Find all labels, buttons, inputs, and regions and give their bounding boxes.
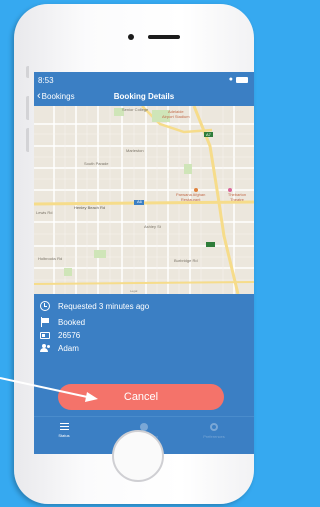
status-bar: 8:53 ●	[34, 72, 254, 88]
navigation-bar: ‹ Bookings Booking Details	[34, 88, 254, 106]
home-button[interactable]	[112, 430, 164, 482]
requested-time: Requested 3 minutes ago	[58, 301, 150, 311]
status-time: 8:53	[38, 76, 54, 85]
booking-status: Booked	[58, 317, 86, 327]
people-icon	[40, 343, 50, 353]
cancel-button[interactable]: Cancel	[58, 384, 224, 410]
page-title: Booking Details	[113, 92, 175, 101]
person-head	[47, 345, 50, 348]
map-label-lewis-rd: Lewis Rd	[36, 210, 53, 215]
map-label-theatre: Thebarton Theatre	[227, 192, 247, 202]
booking-number-row: 26576	[40, 329, 80, 341]
passenger-row: Adam	[40, 342, 79, 354]
map-label-adelaide-airport: Adelaide Airport Stadium	[162, 109, 190, 119]
map-label-line: Restaurant	[180, 197, 201, 202]
map-label-ashley-st: Ashley St	[144, 224, 161, 229]
booking-number: 26576	[58, 330, 81, 340]
tab-label: Preferences	[203, 434, 225, 439]
front-camera	[128, 34, 134, 40]
map-legal-link[interactable]: Legal	[130, 289, 137, 293]
person-body	[40, 348, 48, 352]
map-label-marleston: Marleston	[126, 148, 144, 153]
mute-switch	[26, 66, 29, 78]
wifi-icon: ●	[228, 76, 233, 83]
map-label-burbridge-rd: Burbridge Rd	[174, 258, 198, 263]
status-row: Booked	[40, 316, 85, 328]
tab-preferences[interactable]: Preferences	[184, 423, 244, 439]
map-label-restaurant: Parwana Afghan Restaurant	[176, 192, 205, 202]
list-icon	[59, 423, 69, 430]
map-label-holbrooks-rd: Holbrooks Rd	[38, 256, 63, 261]
clock-icon	[40, 301, 50, 311]
tab-label: Status	[58, 433, 70, 438]
requested-row: Requested 3 minutes ago	[40, 300, 149, 312]
card-shape	[40, 332, 50, 339]
passenger-name: Adam	[58, 343, 79, 353]
map-label-highway-route: A7	[206, 132, 211, 137]
map-label-south-parade: South Parade	[84, 161, 109, 166]
tab-status[interactable]: Status	[34, 423, 94, 438]
app-screen: 8:53 ● ‹ Bookings Booking Details Senior…	[34, 72, 254, 454]
map-label-line: Airport Stadium	[162, 114, 190, 119]
id-card-icon	[40, 330, 50, 340]
volume-up-button	[26, 96, 29, 120]
map-view[interactable]: Senior College Adelaide Airport Stadium M…	[34, 106, 254, 294]
volume-down-button	[26, 128, 29, 152]
map-label-henley-beach-rd: Henley Beach Rd	[74, 205, 106, 210]
battery-icon	[236, 76, 248, 83]
map-roads	[34, 106, 254, 294]
earpiece-speaker	[148, 35, 180, 39]
map-label-airport-route: A6	[137, 199, 142, 204]
flag-icon	[40, 317, 50, 327]
gear-icon	[210, 423, 218, 431]
system-icons: ●	[229, 76, 248, 83]
map-label-senior-college: Senior College	[122, 107, 149, 112]
flag-cloth	[42, 318, 49, 323]
